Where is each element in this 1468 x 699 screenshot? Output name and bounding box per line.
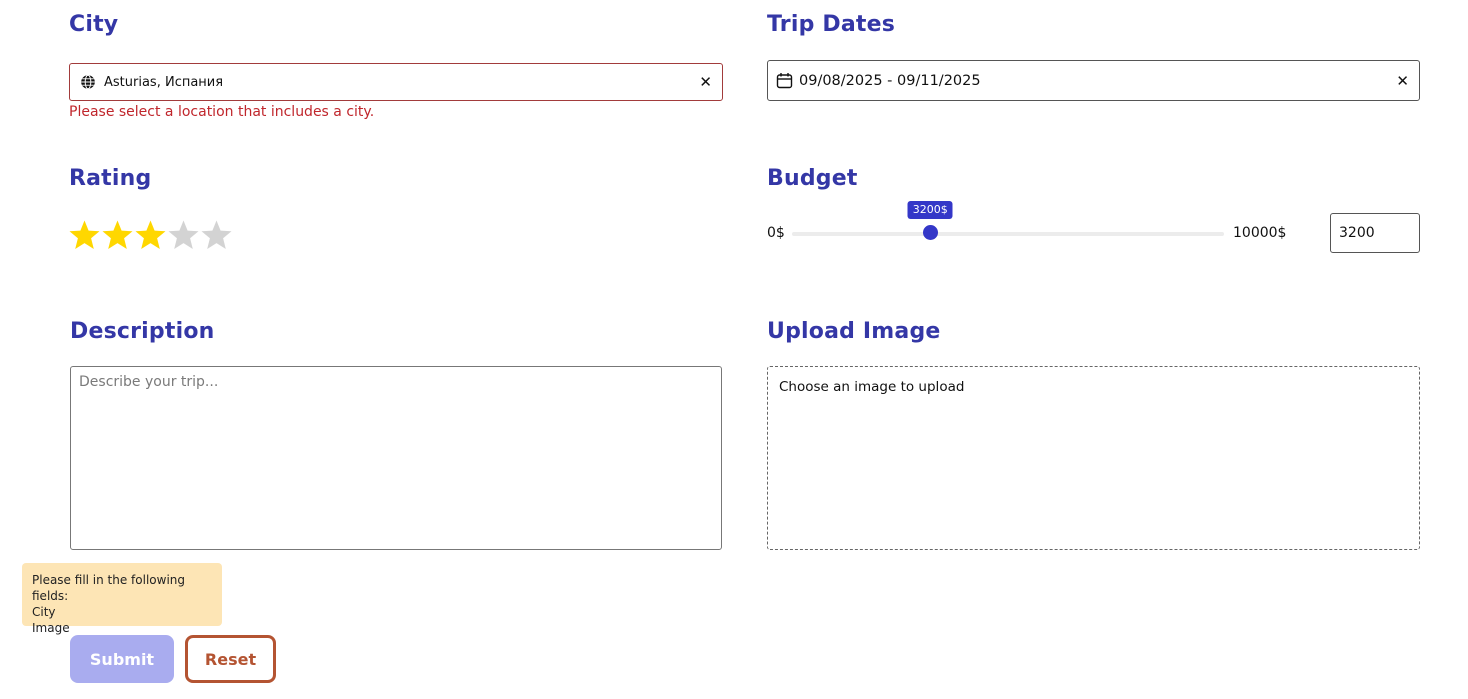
budget-label: Budget: [767, 166, 858, 191]
star-empty-icon[interactable]: [167, 219, 200, 252]
city-value: Asturias, Испания: [104, 74, 224, 90]
budget-slider-track[interactable]: [792, 232, 1224, 236]
description-label: Description: [70, 319, 215, 344]
city-input[interactable]: Asturias, Испания ✕: [69, 63, 723, 101]
trip-dates-value: 09/08/2025 - 09/11/2025: [799, 72, 981, 89]
close-icon[interactable]: ✕: [1396, 72, 1409, 90]
globe-icon: [81, 74, 95, 90]
description-textarea[interactable]: [70, 366, 722, 550]
star-rating[interactable]: [68, 219, 233, 252]
star-filled-icon[interactable]: [68, 219, 101, 252]
calendar-icon: [776, 73, 793, 89]
city-label: City: [69, 12, 119, 37]
trip-dates-input[interactable]: 09/08/2025 - 09/11/2025 ✕: [767, 60, 1420, 101]
budget-input[interactable]: [1330, 213, 1420, 253]
budget-slider-tooltip: 3200$: [907, 201, 953, 219]
submit-button[interactable]: Submit: [70, 635, 174, 683]
budget-slider-thumb[interactable]: [922, 225, 938, 240]
budget-min-label: 0$: [767, 225, 785, 241]
reset-button[interactable]: Reset: [185, 635, 276, 683]
close-icon[interactable]: ✕: [699, 73, 712, 91]
city-error-message: Please select a location that includes a…: [69, 104, 375, 120]
missing-fields-warning: Please fill in the following fields: Cit…: [22, 563, 222, 635]
budget-max-label: 10000$: [1233, 225, 1287, 241]
star-empty-icon[interactable]: [200, 219, 233, 252]
star-filled-icon[interactable]: [101, 219, 134, 252]
warning-heading: Please fill in the following fields:: [32, 573, 186, 603]
image-upload-dropzone[interactable]: Choose an image to upload: [767, 366, 1420, 550]
warning-field: City: [32, 605, 56, 619]
upload-image-label: Upload Image: [767, 319, 941, 344]
star-filled-icon[interactable]: [134, 219, 167, 252]
upload-prompt: Choose an image to upload: [779, 379, 965, 395]
warning-field: Image: [32, 621, 70, 635]
trip-dates-label: Trip Dates: [767, 12, 896, 37]
rating-label: Rating: [69, 166, 152, 191]
